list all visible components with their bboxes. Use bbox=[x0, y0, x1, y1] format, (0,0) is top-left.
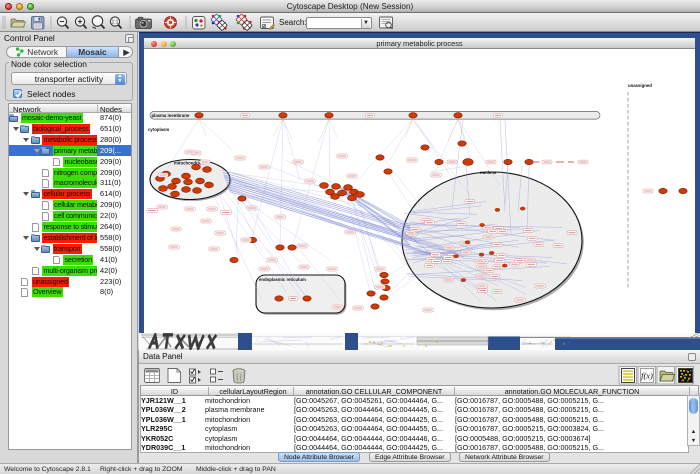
svg-text:nucleus: nucleus bbox=[480, 170, 497, 175]
svg-text:endoplasmic reticulum: endoplasmic reticulum bbox=[259, 277, 306, 282]
svg-text:unassigned: unassigned bbox=[628, 83, 652, 88]
svg-text:cytoplasm: cytoplasm bbox=[148, 127, 169, 132]
svg-text:f(x): f(x) bbox=[641, 371, 653, 381]
svg-text:plasma membrane: plasma membrane bbox=[152, 113, 190, 118]
svg-text:1:1: 1:1 bbox=[112, 20, 119, 26]
